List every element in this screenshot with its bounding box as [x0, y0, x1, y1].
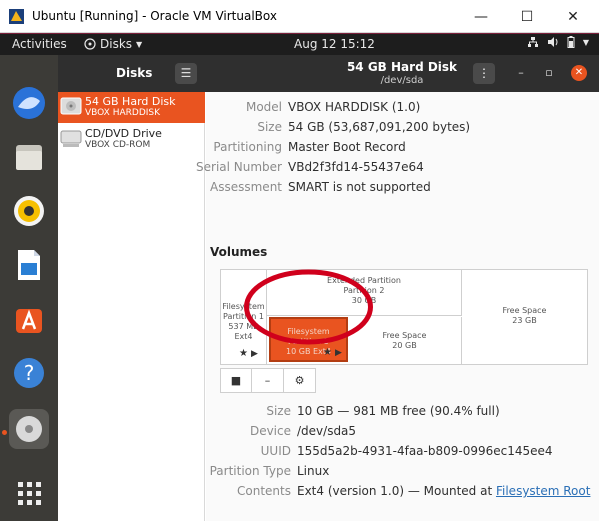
show-applications-icon[interactable] — [9, 473, 49, 513]
detail-value: VBd2f3fd14-55437e64 — [288, 160, 424, 174]
filesystem-root-link[interactable]: Filesystem Root — [496, 484, 590, 498]
detail-label: UUID — [260, 444, 291, 458]
close-button[interactable]: ✕ — [550, 0, 596, 33]
app-menu[interactable]: Disks ▼ — [84, 37, 142, 51]
detail-value: 10 GB — 981 MB free (90.4% full) — [297, 404, 500, 418]
disk-device: /dev/sda — [380, 75, 424, 86]
delete-partition-button[interactable]: – — [252, 368, 284, 393]
app-menu-label: Disks — [100, 37, 133, 51]
libreoffice-writer-icon[interactable] — [9, 245, 49, 285]
volumes-heading: Volumes — [210, 245, 268, 259]
drive-item-hard-disk[interactable]: 54 GB Hard Disk VBOX HARDDISK — [58, 92, 205, 123]
rhythmbox-icon[interactable] — [9, 191, 49, 231]
virtualbox-titlebar: Ubuntu [Running] - Oracle VM VirtualBox … — [0, 0, 599, 33]
clock[interactable]: Aug 12 15:12 — [294, 37, 375, 51]
detail-value: Ext4 (version 1.0) — Mounted at Filesyst… — [297, 484, 590, 498]
network-icon — [527, 37, 538, 47]
ubuntu-software-icon[interactable] — [9, 299, 49, 339]
svg-text:?: ? — [24, 361, 35, 385]
detail-label: Size — [257, 120, 282, 134]
volume-icon — [547, 37, 558, 47]
thunderbird-icon[interactable] — [9, 83, 49, 123]
detail-value: /dev/sda5 — [297, 424, 357, 438]
hamburger-menu-button[interactable]: ☰ — [175, 63, 197, 84]
detail-label: Partition Type — [209, 464, 291, 478]
active-app-indicator — [2, 430, 7, 435]
battery-icon — [567, 36, 575, 48]
ubuntu-top-bar: Activities Disks ▼ Aug 12 15:12 ▼ — [0, 34, 599, 55]
drive-name: CD/DVD Drive — [85, 127, 162, 140]
partition-settings-button[interactable]: ⚙ — [284, 368, 316, 393]
activities-button[interactable]: Activities — [12, 37, 67, 51]
system-menu-chevron-icon: ▼ — [582, 37, 589, 47]
detail-value: Linux — [297, 464, 330, 478]
detail-label: Device — [249, 424, 291, 438]
detail-value: VBOX HARDDISK (1.0) — [288, 100, 421, 114]
unmount-button[interactable]: ■ — [220, 368, 252, 393]
minimize-button[interactable]: — — [458, 0, 504, 33]
main-header: 54 GB Hard Disk /dev/sda ⋮ – ▫ ✕ — [205, 55, 599, 92]
segment-label: Free Space — [502, 306, 547, 315]
detail-label: Assessment — [210, 180, 282, 194]
detail-label: Contents — [237, 484, 291, 498]
optical-drive-icon — [60, 130, 82, 147]
files-icon[interactable] — [9, 137, 49, 177]
drive-list: 54 GB Hard Disk VBOX HARDDISK CD/DVD Dri… — [58, 92, 205, 521]
hard-disk-icon — [60, 97, 82, 115]
ubuntu-dock: ? — [0, 55, 58, 521]
volume-toolbar: ■ – ⚙ — [220, 368, 316, 393]
segment-label: 23 GB — [512, 316, 537, 325]
maximize-button[interactable]: ☐ — [504, 0, 550, 33]
window-close-button[interactable]: ✕ — [571, 65, 587, 81]
screen: Ubuntu [Running] - Oracle VM VirtualBox … — [0, 0, 599, 521]
drive-item-cd-dvd[interactable]: CD/DVD Drive VBOX CD-ROM — [58, 124, 205, 155]
disks-app-icon — [84, 38, 96, 50]
detail-value: SMART is not supported — [288, 180, 431, 194]
system-tray[interactable]: ▼ — [527, 36, 589, 48]
window-maximize-button[interactable]: ▫ — [541, 65, 557, 81]
help-icon[interactable]: ? — [9, 353, 49, 393]
sidebar-title: Disks — [116, 66, 153, 80]
detail-label: Model — [245, 100, 282, 114]
window-minimize-button[interactable]: – — [513, 65, 529, 81]
detail-value: 155d5a2b-4931-4faa-b809-0996ec145ee4 — [297, 444, 553, 458]
detail-value: 54 GB (53,687,091,200 bytes) — [288, 120, 471, 134]
drive-options-button[interactable]: ⋮ — [473, 63, 495, 84]
drive-model: VBOX CD-ROM — [85, 140, 151, 150]
annotation-circle — [244, 269, 373, 345]
contents-text: Ext4 (version 1.0) — Mounted at — [297, 484, 496, 498]
chevron-down-icon: ▼ — [136, 39, 143, 49]
drive-model: VBOX HARDDISK — [85, 108, 161, 118]
free-space-b-segment[interactable]: Free Space 23 GB — [462, 270, 587, 364]
drive-name: 54 GB Hard Disk — [85, 95, 176, 108]
disks-dock-icon[interactable] — [9, 409, 49, 449]
mounted-play-icon: ▶ — [251, 349, 258, 359]
sidebar-header: Disks ☰ — [58, 55, 205, 92]
disk-title: 54 GB Hard Disk — [346, 60, 458, 74]
mounted-star-icon: ★ — [239, 348, 248, 359]
mounted-play-icon: ▶ — [335, 348, 342, 358]
window-title: Ubuntu [Running] - Oracle VM VirtualBox — [32, 9, 277, 23]
detail-label: Partitioning — [213, 140, 282, 154]
virtualbox-icon — [9, 9, 24, 24]
detail-label: Serial Number — [196, 160, 282, 174]
detail-value: Master Boot Record — [288, 140, 406, 154]
mounted-star-icon: ★ — [323, 347, 332, 358]
detail-label: Size — [266, 404, 291, 418]
